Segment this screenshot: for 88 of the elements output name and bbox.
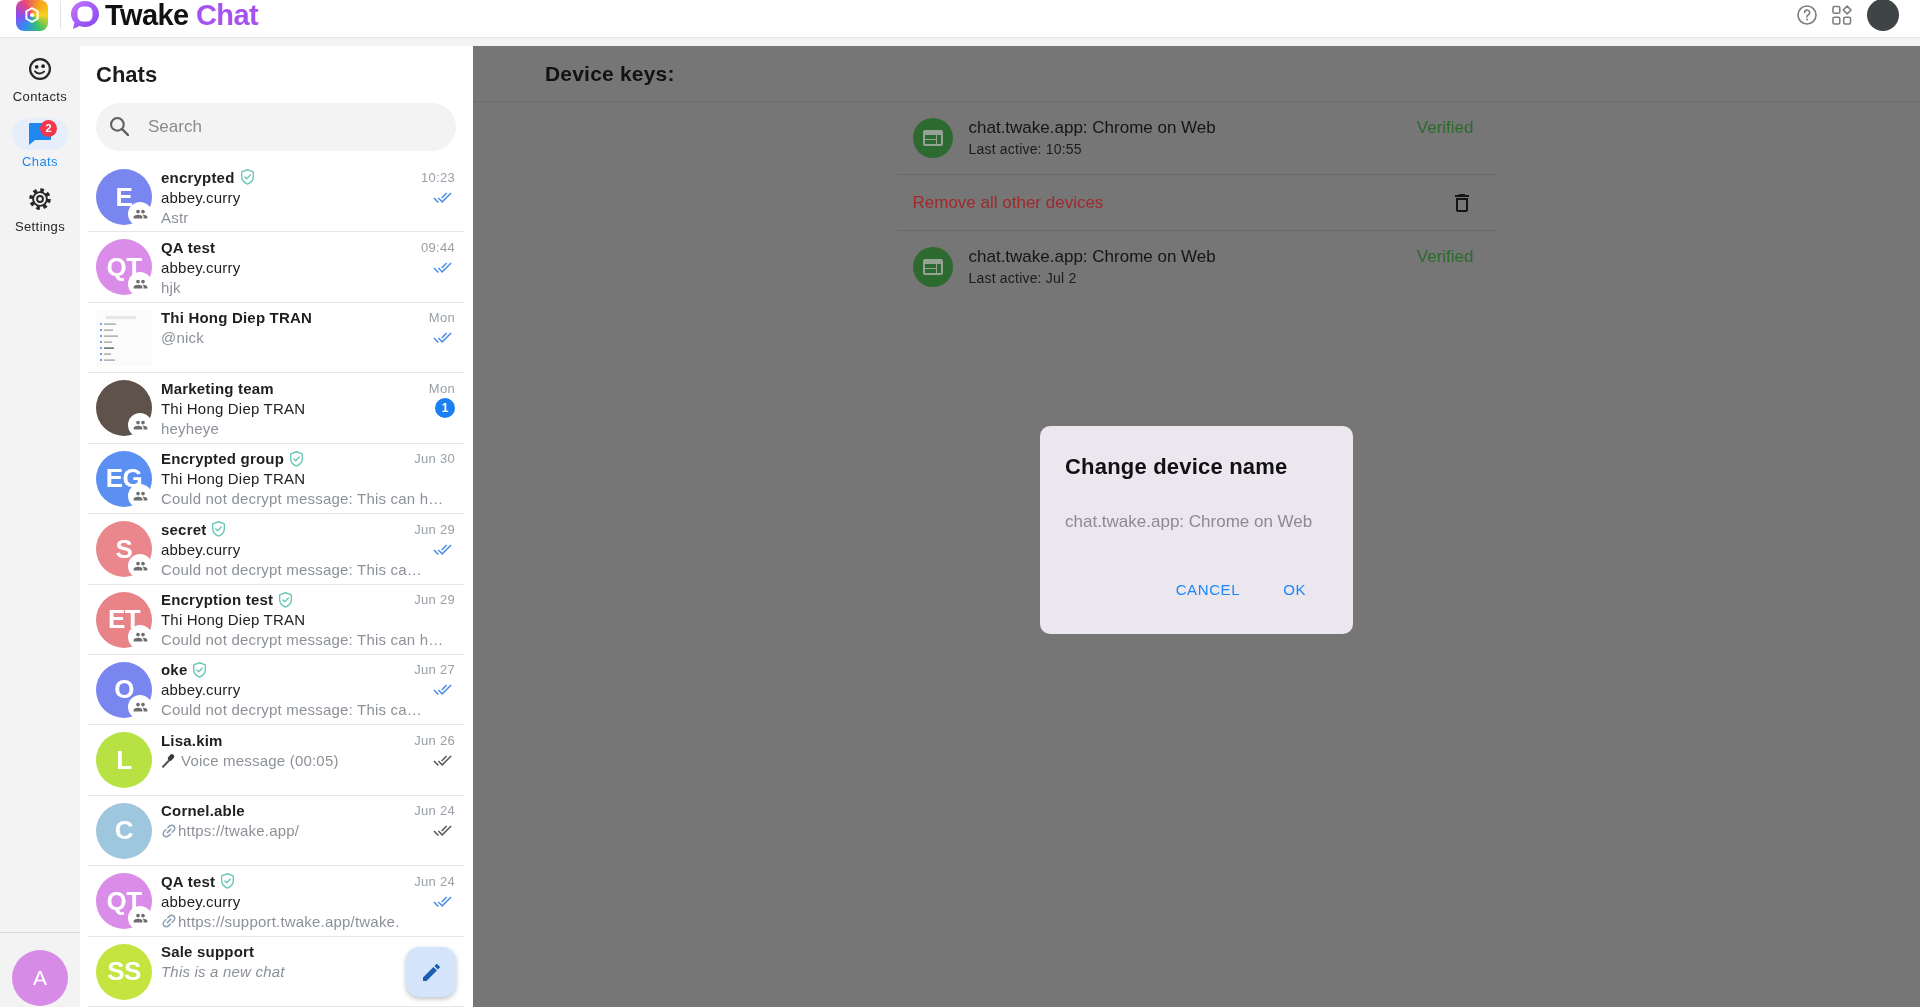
chat-name: Encryption test — [161, 591, 274, 609]
message-preview: This is a new chat — [161, 963, 285, 981]
dialog-title: Change device name — [1065, 452, 1289, 481]
chat-name: Encrypted group — [161, 450, 284, 468]
chat-time: Jun 24 — [414, 803, 455, 819]
search-field[interactable]: Search — [96, 103, 456, 151]
chat-time: Jun 26 — [414, 732, 455, 748]
chat-time: 09:44 — [420, 239, 455, 255]
chat-name: secret — [161, 520, 207, 538]
chat-time: Jun 29 — [414, 592, 455, 608]
logo-wordmark: Twake Chat — [105, 0, 259, 31]
chat-name: QA test — [161, 238, 216, 256]
chat-name: QA test — [161, 872, 216, 890]
chat-name: Lisa.kim — [161, 731, 223, 749]
message-preview: Could not decrypt message: This can h… — [161, 631, 444, 649]
link-icon — [161, 913, 177, 930]
sender-name: Thi Hong Diep TRAN — [161, 399, 307, 417]
message-preview: https://twake.app/ — [178, 822, 300, 840]
nav-item[interactable]: Contacts — [0, 53, 80, 105]
device-name-field[interactable]: chat.twake.app: Chrome on Web — [1065, 509, 1329, 534]
browser-window-icon — [912, 247, 953, 287]
sender-name: Thi Hong Diep TRAN — [161, 611, 307, 629]
message-preview: heyheye — [161, 419, 220, 437]
page-title: Device keys: — [545, 61, 675, 86]
sender-name: abbey.curry — [161, 188, 242, 206]
user-avatar[interactable] — [1867, 0, 1899, 31]
contacts-icon — [29, 58, 51, 80]
chat-row[interactable]: S secret Jun 29 abbey.curry Could not decrypt message: This ca… — [88, 514, 464, 585]
message-preview: Could not decrypt message: This can h… — [161, 490, 444, 508]
chat-row[interactable]: E encrypted 10:23 abbey.curry Astr — [88, 162, 464, 233]
chat-time: Jun 30 — [414, 451, 455, 467]
device-name: chat.twake.app: Chrome on Web — [968, 246, 1216, 268]
browser-window-icon — [912, 118, 953, 158]
message-preview: Voice message (00:05) — [181, 751, 339, 769]
chat-name: Sale support — [161, 943, 255, 961]
sender-name: abbey.curry — [161, 258, 242, 276]
chat-time: Jun 29 — [414, 521, 455, 537]
compose-button[interactable] — [406, 947, 456, 997]
link-icon — [161, 822, 177, 839]
chat-time: Mon — [428, 310, 455, 326]
chat-row[interactable]: ET Encryption test Jun 29 Thi Hong Diep TRAN Could not decrypt message: This can h… — [88, 584, 464, 655]
chat-row[interactable]: C Cornel.able Jun 24 https://twake.app/ — [88, 795, 464, 867]
panel-title: Chats — [96, 61, 159, 89]
nav-item[interactable]: 2 Chats — [0, 118, 80, 170]
chat-row[interactable]: EG Encrypted group Jun 30 Thi Hong Diep TRAN Could not decrypt message: This can h… — [88, 443, 464, 515]
chat-time: Jun 27 — [414, 662, 455, 678]
chat-row[interactable]: Marketing team Mon Thi Hong Diep TRAN heyheye 1 — [88, 373, 464, 444]
message-preview: Could not decrypt message: This ca… — [161, 560, 422, 578]
microphone-icon — [161, 752, 176, 768]
chat-name: Cornel.able — [161, 802, 245, 820]
unread-count-badge: 1 — [435, 398, 455, 419]
avatar: L — [96, 732, 152, 789]
chat-name: Marketing team — [161, 379, 274, 397]
sender-name: abbey.curry — [161, 540, 242, 558]
pencil-icon — [422, 963, 440, 981]
chat-time: Mon — [428, 380, 455, 396]
chat-row[interactable]: QT QA test 09:44 abbey.curry hjk — [88, 232, 464, 303]
last-active-time: Last active: 10:55 — [968, 140, 1083, 159]
avatar: C — [96, 802, 152, 859]
chat-time: Jun 24 — [414, 873, 455, 889]
message-preview: Could not decrypt message: This ca… — [161, 701, 422, 719]
nav-item[interactable]: Settings — [0, 183, 80, 235]
verification-status: Verified — [1416, 247, 1474, 267]
chat-name: encrypted — [161, 168, 235, 186]
verification-status: Verified — [1416, 118, 1474, 138]
chat-time: 10:23 — [420, 169, 455, 185]
chat-row[interactable]: L Lisa.kim Jun 26 Voice message (00:05) — [88, 725, 464, 796]
chat-row[interactable]: QT QA test Jun 24 abbey.curry https://support.twake.app/twake. — [88, 866, 464, 937]
last-active-time: Last active: Jul 2 — [968, 269, 1078, 288]
message-preview: hjk — [161, 278, 181, 296]
workspace-logo[interactable] — [16, 0, 48, 31]
apps-grid-icon[interactable] — [1832, 5, 1852, 25]
sender-name: abbey.curry — [161, 681, 242, 699]
sender-name: Thi Hong Diep TRAN — [161, 470, 307, 488]
chat-name: oke — [161, 661, 188, 679]
message-preview: @nick — [161, 329, 204, 347]
search-icon — [110, 117, 129, 136]
settings-icon — [29, 188, 51, 210]
sender-name: abbey.curry — [161, 892, 242, 910]
help-icon[interactable] — [1797, 5, 1817, 25]
device-name: chat.twake.app: Chrome on Web — [968, 117, 1216, 139]
avatar: SS — [96, 943, 152, 1000]
message-preview: https://support.twake.app/twake. — [178, 912, 400, 930]
chat-row[interactable]: O oke Jun 27 abbey.curry Could not decrypt message: This ca… — [88, 654, 464, 726]
trash-icon — [1454, 193, 1469, 212]
message-preview: Astr — [161, 208, 189, 226]
chat-row[interactable]: Thi Hong Diep TRAN Mon @nick — [88, 302, 464, 374]
chat-name: Thi Hong Diep TRAN — [161, 309, 313, 327]
